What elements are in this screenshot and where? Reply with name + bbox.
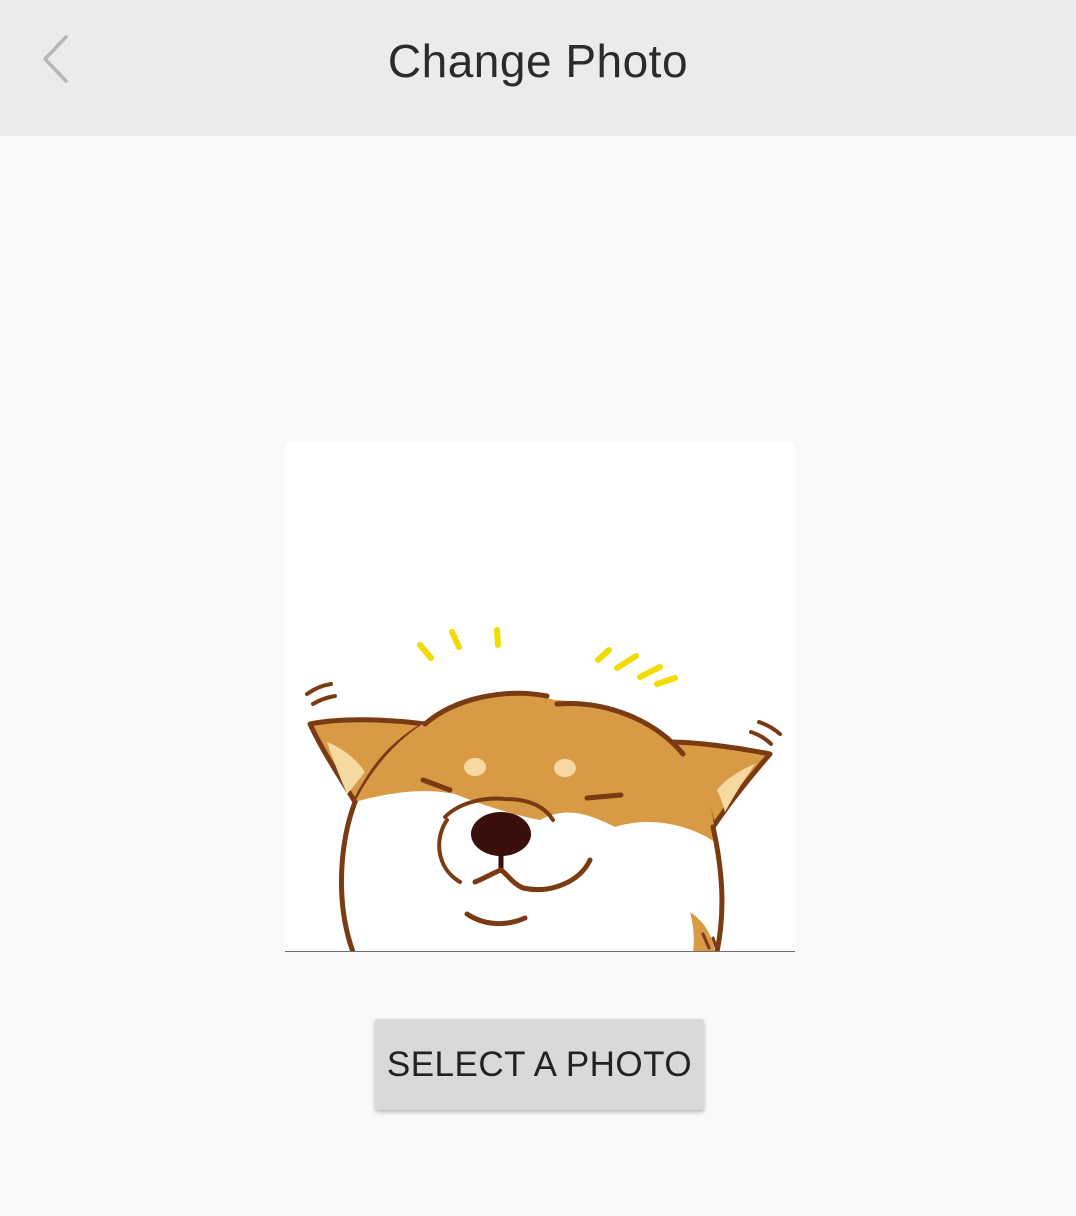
chevron-left-icon xyxy=(40,34,72,89)
page-title: Change Photo xyxy=(387,35,689,87)
select-photo-button[interactable]: SELECT A PHOTO xyxy=(375,1019,704,1110)
back-button[interactable] xyxy=(24,26,88,96)
change-photo-screen: Change Photo SELECT A PHOTO xyxy=(0,0,1076,1216)
shiba-dog-illustration xyxy=(305,627,782,951)
app-bar: Change Photo xyxy=(0,0,1076,136)
profile-photo-preview xyxy=(285,442,795,952)
